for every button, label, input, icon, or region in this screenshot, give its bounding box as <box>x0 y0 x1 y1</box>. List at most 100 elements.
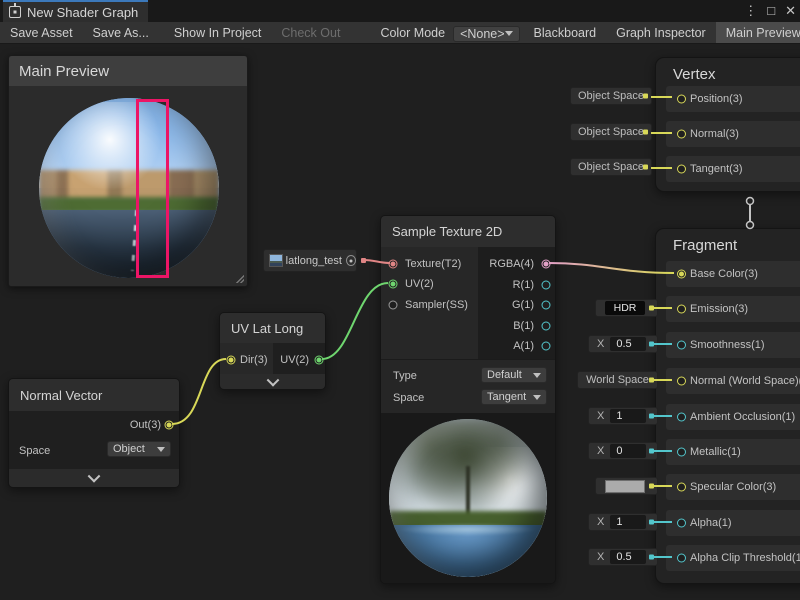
vertex-node[interactable]: Vertex Position(3) Normal(3) Tangent(3) <box>655 57 800 192</box>
chip-label: Object Space <box>571 90 651 102</box>
port-label: Alpha Clip Threshold(1) <box>690 552 800 564</box>
graph-canvas[interactable]: Main Preview Vertex Position(3) <box>0 44 800 600</box>
alpha-clip-value-chip[interactable]: X 0.5 <box>588 548 658 566</box>
port-specular-color[interactable] <box>677 483 686 492</box>
metallic-field[interactable]: 0 <box>610 444 646 458</box>
main-preview-panel[interactable]: Main Preview <box>8 55 248 287</box>
ambient-occlusion-field[interactable]: 1 <box>610 409 646 423</box>
port-out-output[interactable] <box>165 421 174 430</box>
window-controls: ⋮ □ ✕ <box>744 0 796 22</box>
fragment-row-alpha-clip[interactable]: Alpha Clip Threshold(1) <box>666 545 800 571</box>
color-mode-dropdown[interactable]: <None> <box>453 26 519 42</box>
port-label: A(1) <box>513 340 534 352</box>
sample-texture-header[interactable]: Sample Texture 2D <box>381 216 555 247</box>
ambient-occlusion-value-chip[interactable]: X 1 <box>588 407 658 425</box>
save-asset-button[interactable]: Save Asset <box>0 22 83 43</box>
port-sampler-input[interactable] <box>389 301 398 310</box>
port-emission[interactable] <box>677 305 686 314</box>
normal-vector-node[interactable]: Normal Vector Out(3) Space Object <box>8 378 180 488</box>
port-uv-output[interactable] <box>315 356 324 365</box>
menu-icon[interactable]: ⋮ <box>744 0 757 22</box>
port-a-output[interactable] <box>542 342 551 351</box>
alpha-value-chip[interactable]: X 1 <box>588 513 658 531</box>
port-g-output[interactable] <box>542 301 551 310</box>
port-uv-input[interactable] <box>389 280 398 289</box>
port-smoothness[interactable] <box>677 341 686 350</box>
fragment-node[interactable]: Fragment Base Color(3) Emission(3) Smoot… <box>655 228 800 584</box>
chip-connector-dot <box>649 555 654 560</box>
fragment-row-ambient-occlusion[interactable]: Ambient Occlusion(1) <box>666 404 800 430</box>
chip-connector-dot <box>643 165 648 170</box>
tangent-space-chip[interactable]: Object Space <box>570 158 652 176</box>
normal-space-chip[interactable]: Object Space <box>570 123 652 141</box>
uv-lat-long-node[interactable]: UV Lat Long Dir(3) UV(2) <box>219 312 326 390</box>
port-alpha[interactable] <box>677 519 686 528</box>
uv-lat-long-header[interactable]: UV Lat Long <box>220 313 325 343</box>
vertex-row-normal[interactable]: Normal(3) <box>666 121 800 147</box>
maximize-icon[interactable]: □ <box>767 0 775 22</box>
port-rgba-output[interactable] <box>542 260 551 269</box>
preview-expander[interactable] <box>220 374 325 389</box>
fragment-row-base-color[interactable]: Base Color(3) <box>666 261 800 287</box>
specular-color-chip[interactable] <box>595 477 658 495</box>
alpha-clip-field[interactable]: 0.5 <box>610 550 646 564</box>
close-icon[interactable]: ✕ <box>785 0 796 22</box>
tab-new-shader-graph[interactable]: New Shader Graph <box>3 0 148 22</box>
chip-connector-dot <box>649 306 654 311</box>
object-picker-icon[interactable] <box>346 255 356 266</box>
alpha-field[interactable]: 1 <box>610 515 646 529</box>
smoothness-field[interactable]: 0.5 <box>610 337 646 351</box>
tab-title: New Shader Graph <box>27 5 138 20</box>
fragment-row-normal-ws[interactable]: Normal (World Space)(3) <box>666 368 800 394</box>
port-ambient-occlusion[interactable] <box>677 413 686 422</box>
position-space-chip[interactable]: Object Space <box>570 87 652 105</box>
port-position[interactable] <box>677 95 686 104</box>
node-title: UV Lat Long <box>231 321 303 336</box>
fragment-row-alpha[interactable]: Alpha(1) <box>666 510 800 536</box>
port-alpha-clip-threshold[interactable] <box>677 554 686 563</box>
chip-label: Object Space <box>571 126 651 138</box>
smoothness-value-chip[interactable]: X 0.5 <box>588 335 658 353</box>
preview-expander[interactable] <box>9 469 179 487</box>
fragment-row-specular-color[interactable]: Specular Color(3) <box>666 474 800 500</box>
port-normal[interactable] <box>677 130 686 139</box>
port-normal-world-space[interactable] <box>677 377 686 386</box>
hdr-badge[interactable]: HDR <box>605 301 645 315</box>
metallic-value-chip[interactable]: X 0 <box>588 442 658 460</box>
node-title: Sample Texture 2D <box>392 224 502 239</box>
show-in-project-button[interactable]: Show In Project <box>164 22 272 43</box>
sample-texture-2d-node[interactable]: Sample Texture 2D Texture(T2) UV(2) Samp… <box>380 215 556 584</box>
type-dropdown[interactable]: Default <box>481 367 547 383</box>
main-preview-button[interactable]: Main Preview <box>716 22 800 43</box>
fragment-row-metallic[interactable]: Metallic(1) <box>666 439 800 465</box>
fragment-row-smoothness[interactable]: Smoothness(1) <box>666 332 800 358</box>
port-b-output[interactable] <box>542 322 551 331</box>
port-metallic[interactable] <box>677 448 686 457</box>
graph-inspector-button[interactable]: Graph Inspector <box>606 22 716 43</box>
port-r-output[interactable] <box>542 281 551 290</box>
normal-vector-header[interactable]: Normal Vector <box>9 379 179 411</box>
texture-asset-chip[interactable]: latlong_test <box>263 249 357 272</box>
fragment-row-emission[interactable]: Emission(3) <box>666 296 800 322</box>
vertex-row-tangent[interactable]: Tangent(3) <box>666 156 800 182</box>
node-settings-section: Type Default Space Tangent <box>381 359 555 414</box>
main-preview-header[interactable]: Main Preview <box>9 56 247 86</box>
blackboard-button[interactable]: Blackboard <box>524 22 607 43</box>
save-as-button[interactable]: Save As... <box>83 22 159 43</box>
space-dropdown[interactable]: Tangent <box>481 389 547 405</box>
normal-ws-space-chip[interactable]: World Space <box>577 371 658 389</box>
port-base-color[interactable] <box>677 270 686 279</box>
port-label: R(1) <box>513 279 534 291</box>
vertex-row-position[interactable]: Position(3) <box>666 86 800 112</box>
space-value: Tangent <box>487 391 526 403</box>
port-tangent[interactable] <box>677 165 686 174</box>
port-dir-input[interactable] <box>227 356 236 365</box>
title-bar: New Shader Graph ⋮ □ ✕ <box>0 0 800 22</box>
space-dropdown[interactable]: Object <box>107 441 171 457</box>
chevron-down-icon <box>533 395 541 400</box>
x-label: X <box>597 445 604 457</box>
panel-resize-handle[interactable] <box>236 275 244 283</box>
emission-hdr-chip[interactable]: HDR <box>595 299 658 317</box>
port-texture-input[interactable] <box>389 260 398 269</box>
color-swatch[interactable] <box>605 480 645 493</box>
